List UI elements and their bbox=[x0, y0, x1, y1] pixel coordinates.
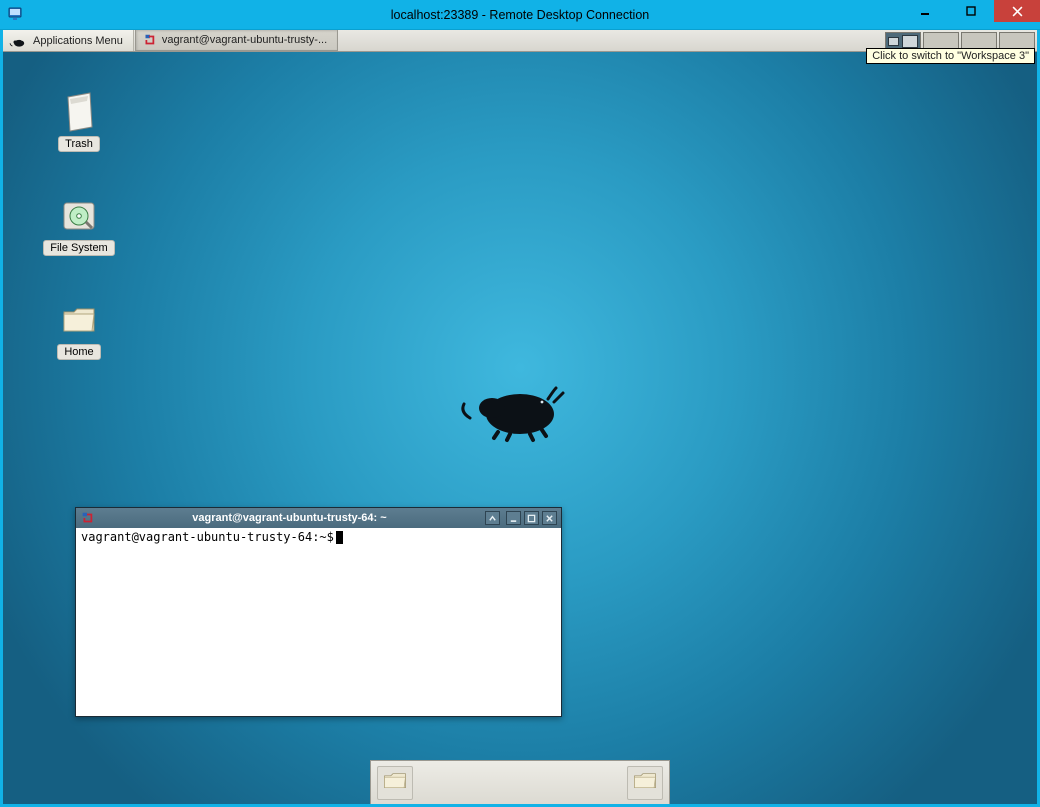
rdp-title: localhost:23389 - Remote Desktop Connect… bbox=[391, 8, 649, 22]
taskbar-item-label: vagrant@vagrant-ubuntu-trusty-... bbox=[162, 34, 327, 46]
minimize-button[interactable] bbox=[902, 0, 948, 22]
terminal-titlebar[interactable]: vagrant@vagrant-ubuntu-trusty-64: ~ bbox=[76, 508, 561, 528]
dock-launcher-right[interactable] bbox=[627, 766, 663, 800]
terminal-app-icon bbox=[142, 33, 156, 47]
workspace-tooltip: Click to switch to "Workspace 3" bbox=[866, 48, 1035, 64]
terminal-window[interactable]: vagrant@vagrant-ubuntu-trusty-64: ~ bbox=[75, 507, 562, 717]
xfce-bottom-dock bbox=[370, 760, 670, 804]
terminal-maximize-button[interactable] bbox=[524, 511, 539, 525]
close-button[interactable] bbox=[994, 0, 1040, 22]
desktop-icon-trash[interactable]: Trash bbox=[43, 90, 115, 152]
desktop-icon-filesystem[interactable]: File System bbox=[43, 194, 115, 256]
desktop-icon-home[interactable]: Home bbox=[43, 298, 115, 360]
terminal-close-button[interactable] bbox=[542, 511, 557, 525]
terminal-rollup-button[interactable] bbox=[485, 511, 500, 525]
xfce-logo-icon bbox=[9, 32, 27, 50]
folder-icon bbox=[631, 766, 659, 799]
rdp-titlebar[interactable]: localhost:23389 - Remote Desktop Connect… bbox=[0, 0, 1040, 30]
rdp-icon bbox=[8, 6, 24, 22]
terminal-minimize-button[interactable] bbox=[506, 511, 521, 525]
folder-icon bbox=[58, 298, 100, 340]
dock-launcher-left[interactable] bbox=[377, 766, 413, 800]
applications-menu-button[interactable]: Applications Menu bbox=[3, 30, 134, 51]
drive-icon bbox=[58, 194, 100, 236]
maximize-button[interactable] bbox=[948, 0, 994, 22]
rdp-client-area: Applications Menu vagrant@vagrant-ubuntu… bbox=[0, 30, 1040, 807]
terminal-body[interactable]: vagrant@vagrant-ubuntu-trusty-64:~$ bbox=[77, 528, 560, 715]
desktop-icon-label: Home bbox=[57, 344, 100, 360]
panel-spacer bbox=[338, 30, 883, 51]
dock-spacer bbox=[419, 766, 621, 800]
xfce-top-panel: Applications Menu vagrant@vagrant-ubuntu… bbox=[3, 30, 1037, 52]
terminal-title: vagrant@vagrant-ubuntu-trusty-64: ~ bbox=[100, 512, 479, 524]
trash-icon bbox=[58, 90, 100, 132]
terminal-cursor bbox=[336, 531, 343, 544]
desktop-icon-label: File System bbox=[43, 240, 114, 256]
desktop-icon-label: Trash bbox=[58, 136, 100, 152]
taskbar-item-terminal[interactable]: vagrant@vagrant-ubuntu-trusty-... bbox=[135, 30, 338, 51]
xfce-desktop[interactable]: Trash File System bbox=[3, 52, 1037, 804]
terminal-titlebar-icon bbox=[80, 511, 94, 525]
xfce-mouse-wallpaper-icon bbox=[458, 366, 578, 446]
applications-menu-label: Applications Menu bbox=[33, 35, 123, 47]
folder-icon bbox=[381, 766, 409, 799]
terminal-prompt: vagrant@vagrant-ubuntu-trusty-64:~$ bbox=[81, 530, 334, 544]
